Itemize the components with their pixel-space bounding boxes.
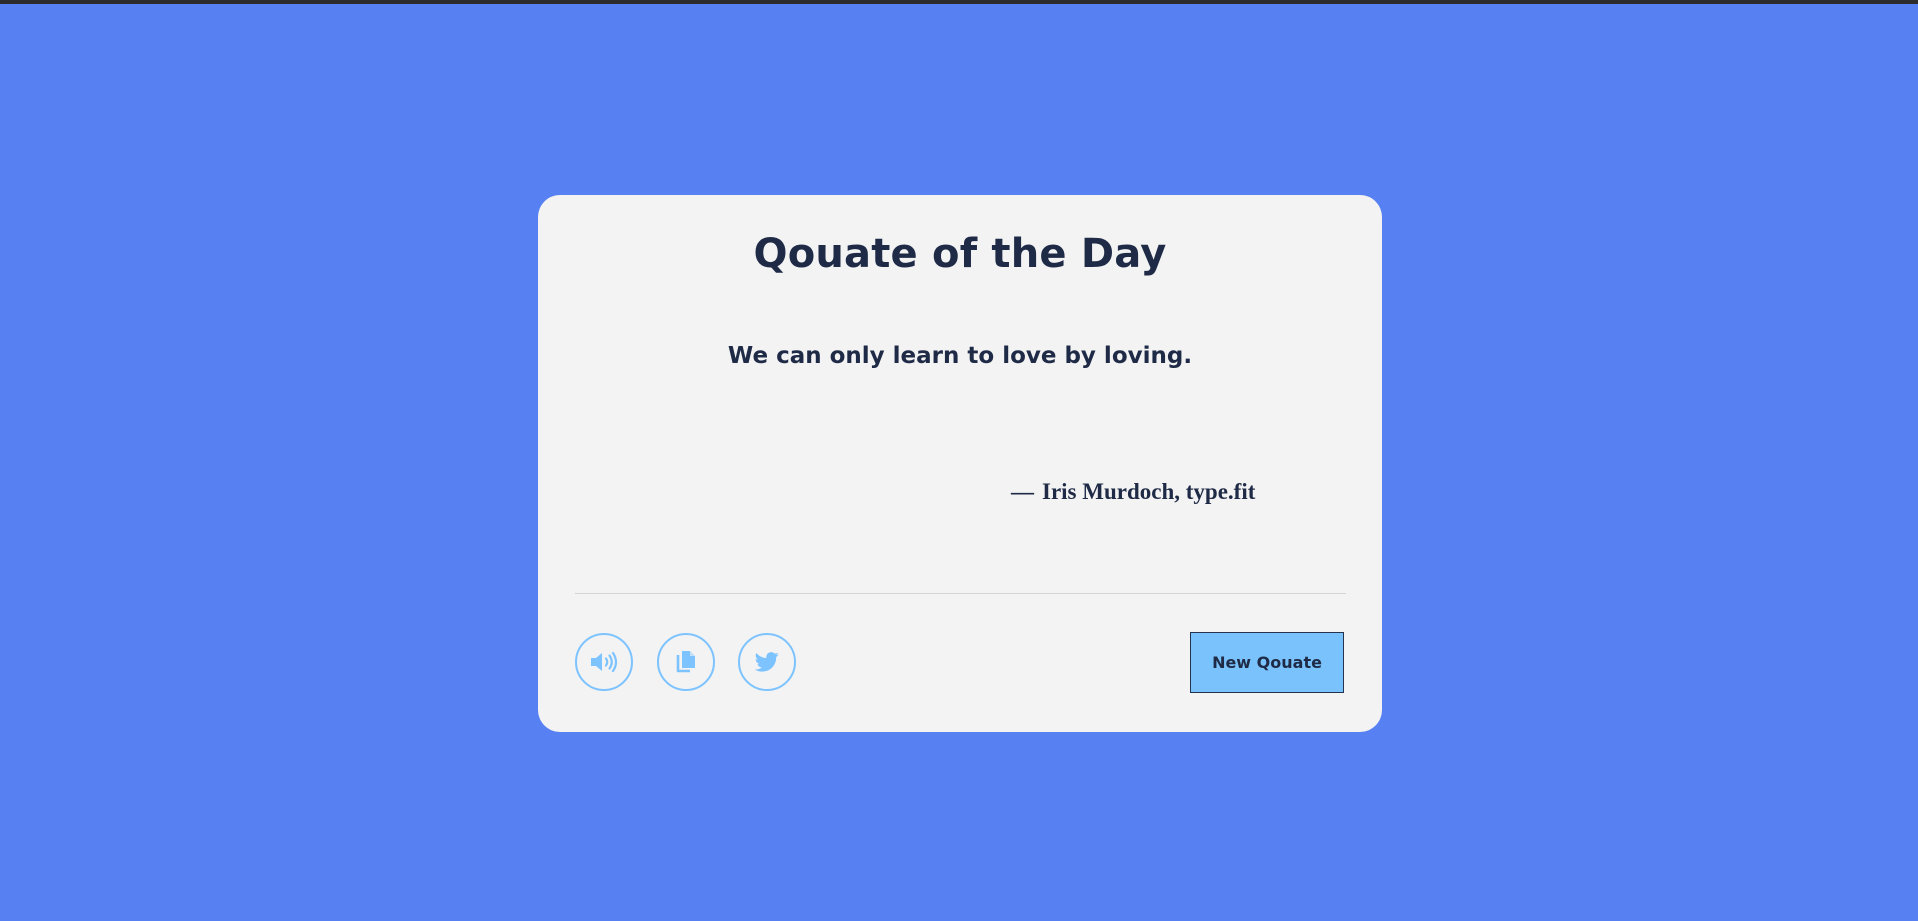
quote-author: — Iris Murdoch, type.fit — [1011, 479, 1255, 505]
copy-icon — [675, 650, 697, 674]
page-title: Qouate of the Day — [753, 231, 1167, 277]
tweet-button[interactable] — [738, 633, 796, 691]
browser-top-bar — [0, 0, 1918, 4]
quote-card: Qouate of the Day We can only learn to l… — [538, 195, 1382, 732]
copy-button[interactable] — [657, 633, 715, 691]
quote-text: We can only learn to love by loving. — [727, 343, 1193, 369]
speaker-icon — [589, 651, 619, 673]
new-quote-button[interactable]: New Qouate — [1190, 632, 1344, 693]
divider — [575, 593, 1346, 594]
twitter-icon — [755, 652, 779, 672]
author-name: Iris Murdoch, type.fit — [1042, 479, 1256, 504]
speak-button[interactable] — [575, 633, 633, 691]
author-dash: — — [1011, 479, 1034, 504]
